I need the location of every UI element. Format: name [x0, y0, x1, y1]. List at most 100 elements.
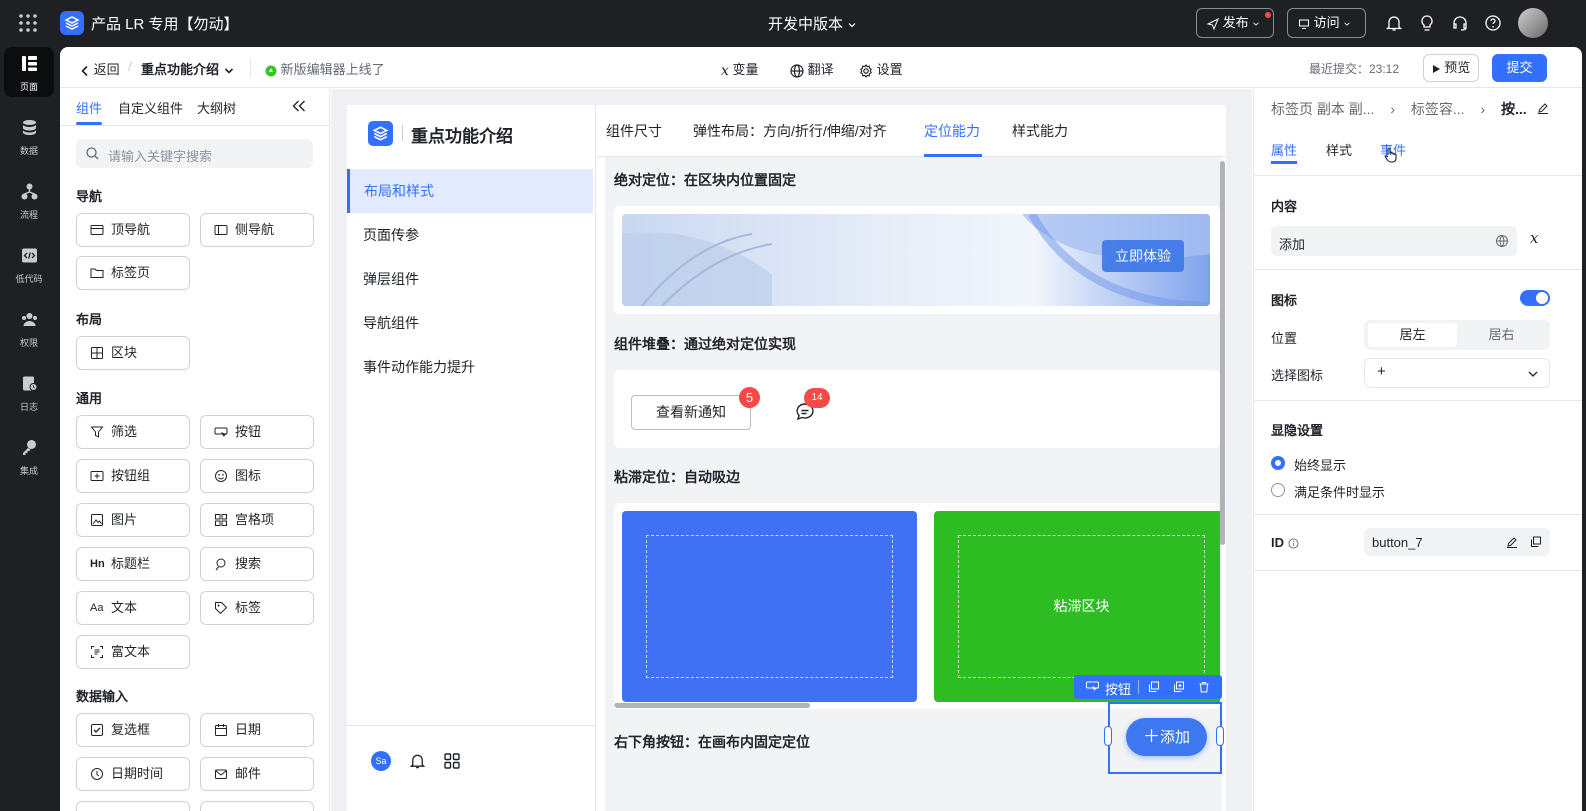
comp-side-nav[interactable]: 侧导航 — [200, 213, 314, 247]
rail-item-integration[interactable]: 集成 — [4, 431, 54, 481]
position-right-option[interactable]: 居右 — [1457, 323, 1546, 347]
collapse-icon[interactable] — [292, 100, 306, 112]
comp-tag[interactable]: 标签 — [200, 591, 314, 625]
comp-datetime[interactable]: 日期时间 — [76, 757, 190, 791]
comp-checkbox[interactable]: 复选框 — [76, 713, 190, 747]
breadcrumb-item[interactable]: 标签容... — [1411, 101, 1465, 117]
nav-item-layout[interactable]: 布局和样式 — [347, 169, 593, 213]
vertical-scrollbar[interactable] — [1220, 161, 1225, 545]
add-button[interactable]: ＋添加 — [1126, 718, 1207, 756]
try-now-button[interactable]: 立即体验 — [1102, 240, 1184, 272]
submit-button[interactable]: 提交 — [1492, 54, 1547, 82]
comp-icon[interactable]: 图标 — [200, 459, 314, 493]
copy-icon[interactable] — [1530, 536, 1542, 548]
nav-item-params[interactable]: 页面传参 — [347, 213, 593, 257]
view-notice-button[interactable]: 查看新通知 — [631, 395, 751, 430]
nav-item-navigation[interactable]: 导航组件 — [347, 301, 593, 345]
horizontal-scrollbar[interactable] — [614, 703, 810, 708]
preview-label: 预览 — [1444, 60, 1471, 75]
radio-conditional-label: 满足条件时显示 — [1294, 485, 1386, 500]
comp-grid-item[interactable]: 宫格项 — [200, 503, 314, 537]
content-input[interactable]: 添加 — [1271, 226, 1517, 256]
preview-button[interactable]: 预览 — [1423, 54, 1479, 82]
search-input[interactable]: 请输入关键字搜索 — [76, 139, 313, 168]
comp-text[interactable]: Aa 文本 — [76, 591, 190, 625]
comp-button[interactable]: 按钮 — [200, 415, 314, 449]
chevron-down-icon — [223, 65, 235, 77]
position-left-option[interactable]: 居左 — [1368, 323, 1457, 347]
settings-button[interactable]: 设置 — [859, 59, 903, 78]
comp-rich-text[interactable]: 富文本 — [76, 635, 190, 669]
bell-icon[interactable] — [409, 752, 426, 770]
copy-icon[interactable] — [1148, 681, 1160, 693]
rail-label: 日志 — [19, 402, 38, 412]
duplicate-icon[interactable] — [1173, 681, 1185, 693]
comp-partial[interactable] — [76, 801, 190, 811]
headset-icon[interactable] — [1451, 14, 1469, 32]
comp-image[interactable]: 图片 — [76, 503, 190, 537]
tab-properties[interactable]: 属性 — [1271, 140, 1297, 159]
user-avatar[interactable]: Sa — [371, 751, 391, 771]
notice-link[interactable]: 新版编辑器上线了 — [265, 59, 385, 78]
rail-item-page[interactable]: 页面 — [4, 47, 54, 97]
rail-item-flow[interactable]: 流程 — [4, 175, 54, 225]
version-selector[interactable]: 开发中版本 — [768, 13, 857, 34]
comp-search[interactable]: 搜索 — [200, 547, 314, 581]
tab-positioning[interactable]: 定位能力 — [924, 108, 980, 154]
comp-button-group[interactable]: 按钮组 — [76, 459, 190, 493]
page-selector[interactable]: 重点功能介绍 — [141, 59, 235, 78]
comp-title-bar[interactable]: Hn 标题栏 — [76, 547, 190, 581]
avatar[interactable] — [1518, 8, 1548, 38]
app-grid-icon[interactable] — [18, 13, 38, 33]
icon-toggle[interactable] — [1520, 290, 1550, 306]
edit-icon[interactable] — [1537, 102, 1549, 114]
tab-component-size[interactable]: 组件尺寸 — [606, 108, 662, 154]
comp-top-nav[interactable]: 顶导航 — [76, 213, 190, 247]
publish-label: 发布 — [1222, 15, 1249, 30]
content-label: 内容 — [1271, 199, 1298, 214]
content-value: 添加 — [1279, 237, 1306, 252]
nav-item-events[interactable]: 事件动作能力提升 — [347, 345, 593, 389]
globe-icon[interactable] — [1495, 234, 1509, 248]
edit-icon[interactable] — [1506, 536, 1518, 548]
comp-label: 筛选 — [111, 424, 138, 439]
apps-grid-icon[interactable] — [444, 753, 460, 769]
resize-handle-left[interactable] — [1104, 726, 1112, 746]
trash-icon[interactable] — [1198, 681, 1210, 693]
radio-always[interactable] — [1271, 456, 1285, 470]
visit-button[interactable]: 访问 — [1287, 8, 1366, 38]
publish-button[interactable]: 发布 — [1196, 8, 1274, 38]
rail-label: 流程 — [19, 210, 38, 220]
tab-flex-layout[interactable]: 弹性布局：方向/折行/伸缩/对齐 — [693, 108, 887, 154]
variable-button[interactable]: 𝑥 变量 — [721, 59, 759, 79]
radio-conditional[interactable] — [1271, 483, 1285, 497]
tab-components[interactable]: 组件 — [76, 98, 102, 117]
button-group-icon — [90, 469, 104, 483]
icon-select[interactable]: + — [1364, 358, 1550, 388]
tab-custom-components[interactable]: 自定义组件 — [118, 98, 183, 117]
comp-email[interactable]: 邮件 — [200, 757, 314, 791]
tab-outline-tree[interactable]: 大纲树 — [197, 98, 236, 117]
back-button[interactable]: 返回 — [80, 59, 120, 78]
tab-style[interactable]: 样式能力 — [1012, 108, 1068, 154]
comp-tab-page[interactable]: 标签页 — [76, 256, 190, 290]
variable-icon[interactable]: 𝑥 — [1530, 229, 1538, 247]
tab-styles[interactable]: 样式 — [1326, 140, 1352, 159]
help-icon[interactable] — [1484, 14, 1502, 32]
bell-icon[interactable] — [1385, 14, 1403, 32]
page-name: 重点功能介绍 — [141, 62, 220, 77]
breadcrumb-item[interactable]: 标签页 副本 副... — [1271, 101, 1374, 117]
rail-item-lowcode[interactable]: 低代码 — [4, 239, 54, 289]
resize-handle-right[interactable] — [1216, 726, 1224, 746]
nav-item-popup[interactable]: 弹层组件 — [347, 257, 593, 301]
comp-filter[interactable]: 筛选 — [76, 415, 190, 449]
translate-button[interactable]: 翻译 — [790, 59, 834, 78]
comp-label: 日期时间 — [111, 766, 164, 781]
comp-date[interactable]: 日期 — [200, 713, 314, 747]
comp-block[interactable]: 区块 — [76, 336, 190, 370]
rail-item-data[interactable]: 数据 — [4, 111, 54, 161]
lightbulb-icon[interactable] — [1418, 14, 1436, 32]
rail-item-permission[interactable]: 权限 — [4, 303, 54, 353]
comp-partial[interactable] — [200, 801, 314, 811]
rail-item-log[interactable]: 日志 — [4, 367, 54, 417]
